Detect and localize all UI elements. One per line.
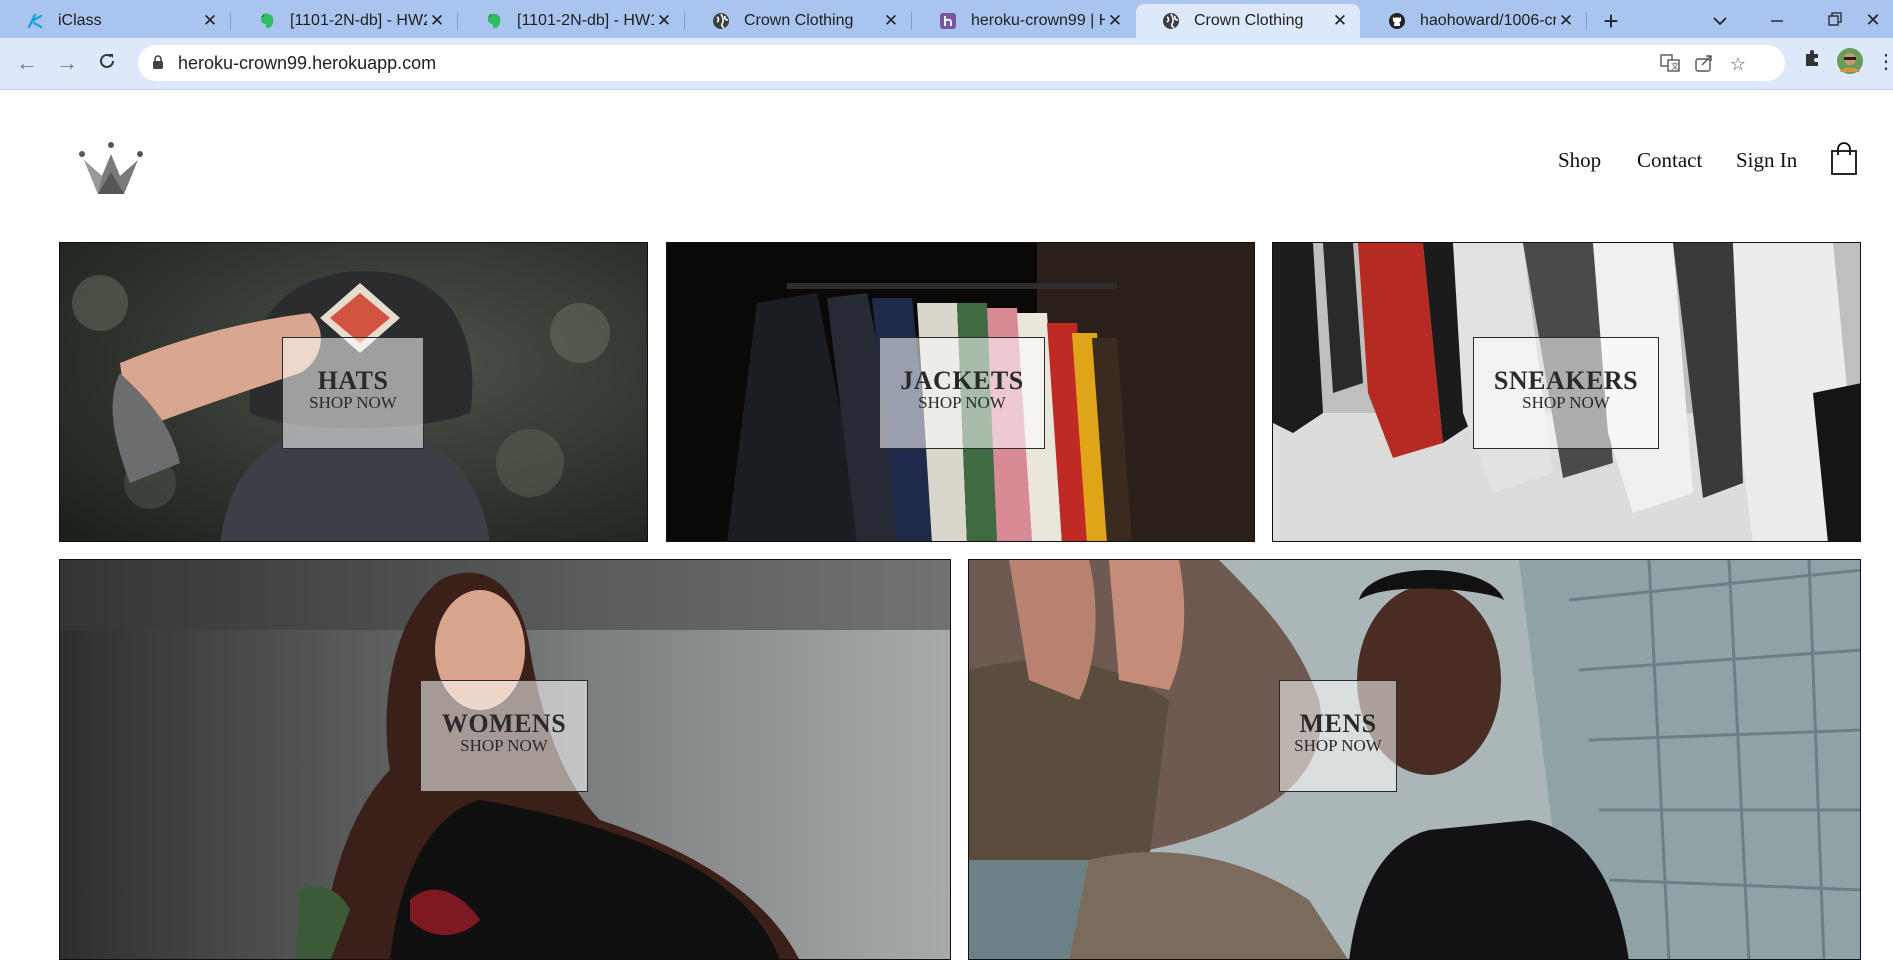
tab-title: [1101-2N-db] - HW2 — [290, 12, 427, 29]
category-tile-hats[interactable]: HATS SHOP NOW — [59, 242, 648, 542]
lock-icon — [152, 55, 164, 75]
reload-icon[interactable] — [91, 47, 123, 79]
nav-sign-in-link[interactable]: Sign In — [1736, 148, 1797, 173]
tab-crown-clothing-active[interactable]: Crown Clothing ✕ — [1136, 4, 1360, 38]
shopping-bag-icon[interactable] — [1830, 142, 1858, 181]
category-label-box: HATS SHOP NOW — [282, 337, 424, 449]
close-icon[interactable]: ✕ — [1105, 11, 1125, 31]
menu-kebab-icon[interactable]: ⋮ — [1876, 48, 1893, 76]
url-text: heroku-crown99.herokuapp.com — [178, 53, 437, 73]
mens-background-image — [969, 560, 1860, 959]
globe-icon — [712, 12, 730, 30]
tab-title: Crown Clothing — [744, 12, 854, 29]
category-label-box: JACKETS SHOP NOW — [879, 337, 1045, 449]
svg-text:文: 文 — [1671, 61, 1679, 71]
github-icon — [1388, 12, 1406, 30]
category-label-box: MENS SHOP NOW — [1279, 680, 1397, 792]
category-tile-mens[interactable]: MENS SHOP NOW — [968, 559, 1861, 960]
close-icon[interactable]: ✕ — [1556, 11, 1576, 31]
tab-title: Crown Clothing — [1194, 12, 1304, 29]
close-icon[interactable]: ✕ — [1330, 11, 1350, 31]
tab-title: heroku-crown99 | He — [971, 12, 1105, 29]
browser-toolbar: ← → heroku-crown99.herokuapp.com 文 ☆ ⋮ — [0, 38, 1893, 90]
crown-logo-icon[interactable] — [78, 142, 144, 201]
restore-icon[interactable] — [1815, 6, 1855, 34]
tab-search-chevron-icon[interactable] — [1700, 6, 1740, 34]
tab-title: iClass — [58, 12, 102, 29]
category-tile-jackets[interactable]: JACKETS SHOP NOW — [666, 242, 1255, 542]
tab-strip: iClass ✕ [1101-2N-db] - HW2 ✕ [1101-2N-d… — [0, 0, 1893, 38]
translate-icon[interactable]: 文 — [1659, 53, 1681, 75]
tab-title: [1101-2N-db] - HW1 — [517, 12, 654, 29]
evernote-icon — [485, 12, 503, 30]
minimize-icon[interactable] — [1757, 6, 1797, 34]
shop-now-label: SHOP NOW — [1522, 393, 1610, 412]
nav-shop-link[interactable]: Shop — [1558, 148, 1601, 173]
close-icon[interactable]: ✕ — [654, 11, 674, 31]
bookmark-star-icon[interactable]: ☆ — [1727, 53, 1749, 75]
share-icon[interactable] — [1693, 53, 1715, 75]
category-title: JACKETS — [900, 366, 1024, 395]
tab-heroku[interactable]: heroku-crown99 | He ✕ — [913, 4, 1135, 38]
avatar[interactable] — [1836, 48, 1864, 76]
globe-icon — [1162, 12, 1180, 30]
category-title: MENS — [1299, 709, 1377, 738]
category-tile-womens[interactable]: WOMENS SHOP NOW — [59, 559, 951, 960]
shop-now-label: SHOP NOW — [309, 393, 397, 412]
category-label-box: SNEAKERS SHOP NOW — [1473, 337, 1659, 449]
shop-now-label: SHOP NOW — [1294, 736, 1382, 755]
close-window-icon[interactable]: ✕ — [1853, 6, 1893, 34]
evernote-icon — [258, 12, 276, 30]
category-label-box: WOMENS SHOP NOW — [420, 680, 588, 792]
close-icon[interactable]: ✕ — [881, 11, 901, 31]
shop-now-label: SHOP NOW — [460, 736, 548, 755]
category-title: SNEAKERS — [1493, 366, 1639, 395]
new-tab-plus-icon[interactable]: + — [1598, 6, 1624, 36]
back-arrow-icon[interactable]: ← — [11, 47, 43, 79]
web-page: Shop Contact Sign In HATS SHOP NOW JACKE… — [0, 90, 1893, 962]
tab-crown-clothing[interactable]: Crown Clothing ✕ — [686, 4, 911, 38]
tab-evernote-hw2[interactable]: [1101-2N-db] - HW2 ✕ — [232, 4, 457, 38]
iclass-icon — [26, 12, 44, 30]
category-title: WOMENS — [441, 709, 567, 738]
tab-iclass[interactable]: iClass ✕ — [0, 4, 230, 38]
tab-title: haohoward/1006-cr — [1420, 12, 1556, 29]
tab-github[interactable]: haohoward/1006-cr ✕ — [1362, 4, 1586, 38]
heroku-icon — [939, 12, 957, 30]
shop-now-label: SHOP NOW — [918, 393, 1006, 412]
category-title: HATS — [317, 366, 389, 395]
category-tile-sneakers[interactable]: SNEAKERS SHOP NOW — [1272, 242, 1861, 542]
address-bar[interactable]: heroku-crown99.herokuapp.com 文 ☆ — [138, 45, 1785, 81]
close-icon[interactable]: ✕ — [200, 11, 220, 31]
nav-contact-link[interactable]: Contact — [1637, 148, 1702, 173]
close-icon[interactable]: ✕ — [427, 11, 447, 31]
tab-evernote-hw1[interactable]: [1101-2N-db] - HW1 ✕ — [459, 4, 684, 38]
extensions-icon[interactable] — [1798, 48, 1826, 76]
forward-arrow-icon[interactable]: → — [51, 47, 83, 79]
